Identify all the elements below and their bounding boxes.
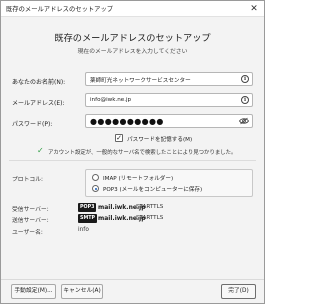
remember-password-checkbox[interactable]: ✓ xyxy=(115,134,123,142)
incoming-server-security: STARTTLS xyxy=(136,204,164,210)
name-field[interactable]: 薬師町光ネットワークサービスセンター i xyxy=(85,72,253,86)
password-label: パスワード(P): xyxy=(12,121,53,128)
imap-radio[interactable] xyxy=(92,174,99,181)
outgoing-server-label: 送信サーバー: xyxy=(12,218,49,224)
remember-password-label: パスワードを記憶する(M) xyxy=(127,137,193,143)
dialog-content: 既存のメールアドレスのセットアップ 現在のメールアドレスを入力してください あな… xyxy=(1,18,264,303)
outgoing-protocol-badge: SMTP xyxy=(78,214,98,223)
info-icon[interactable]: i xyxy=(241,75,249,83)
email-label: メールアドレス(E): xyxy=(12,100,65,107)
show-password-eye-icon[interactable] xyxy=(239,117,249,125)
incoming-server-label: 受信サーバー: xyxy=(12,207,49,213)
pop3-radio-label[interactable]: POP3 (メールをコンピューターに保存) xyxy=(103,185,202,193)
divider xyxy=(9,160,256,161)
title-bar: 既存のメールアドレスのセットアップ ✕ xyxy=(1,1,264,17)
incoming-protocol-badge: POP3 xyxy=(78,203,97,212)
page-title: 既存のメールアドレスのセットアップ xyxy=(54,33,211,44)
manual-config-button[interactable]: 手動設定(M)... xyxy=(11,284,56,299)
done-button[interactable]: 完了(D) xyxy=(221,284,256,299)
account-setup-dialog: 既存のメールアドレスのセットアップ ✕ 既存のメールアドレスのセットアップ 現在… xyxy=(0,0,265,304)
name-value: 薬師町光ネットワークサービスセンター xyxy=(90,78,191,84)
email-field[interactable]: info@iwk.ne.jp i xyxy=(85,93,253,107)
page-subtitle: 現在のメールアドレスを入力してください xyxy=(77,49,188,55)
username-label: ユーザー名: xyxy=(12,230,43,236)
protocol-label: プロトコル: xyxy=(12,177,43,183)
window-title: 既存のメールアドレスのセットアップ xyxy=(6,6,114,13)
name-label: あなたのお名前(N): xyxy=(12,79,66,86)
protocol-radio-group: IMAP (リモートフォルダー) POP3 (メールをコンピューターに保存) xyxy=(85,169,253,197)
outgoing-server-security: STARTTLS xyxy=(136,215,164,221)
username-value: info xyxy=(78,227,89,233)
info-icon[interactable]: i xyxy=(241,96,249,104)
pop3-radio[interactable] xyxy=(92,185,99,192)
success-check-icon: ✓ xyxy=(37,146,44,155)
close-icon[interactable]: ✕ xyxy=(248,3,260,15)
footer-divider xyxy=(1,279,264,280)
status-message: アカウント設定が、一般的なサーバ名で検索したことにより見つかりました。 xyxy=(48,150,237,156)
password-mask: ●●●●●●●●●● xyxy=(90,117,164,126)
imap-radio-label[interactable]: IMAP (リモートフォルダー) xyxy=(103,174,173,182)
password-field[interactable]: ●●●●●●●●●● xyxy=(85,114,253,128)
cancel-button[interactable]: キャンセル(A) xyxy=(61,284,103,299)
email-value: info@iwk.ne.jp xyxy=(90,97,132,103)
